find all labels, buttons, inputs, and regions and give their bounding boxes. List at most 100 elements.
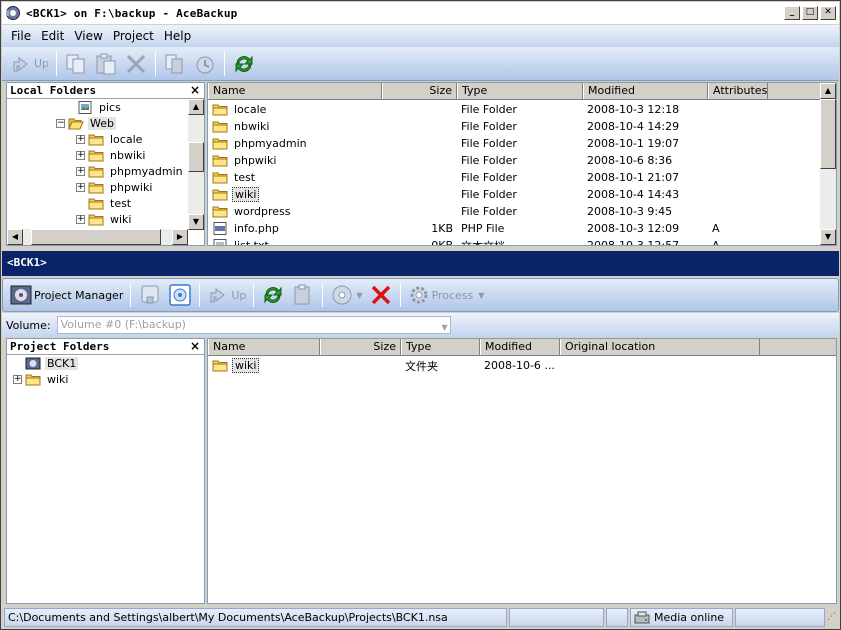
expand-icon[interactable]: +: [13, 374, 22, 384]
add-to-project-button[interactable]: [136, 281, 164, 309]
delete-button[interactable]: [122, 50, 150, 78]
tree-item[interactable]: + wiki: [76, 211, 133, 227]
restore-disc-icon: [332, 285, 352, 305]
column-header-name[interactable]: Name: [208, 339, 320, 355]
list-row[interactable]: locale File Folder 2008-10-3 12:18: [208, 101, 768, 118]
menu-file[interactable]: File: [6, 29, 36, 43]
refresh-button[interactable]: [230, 50, 258, 78]
window-title: <BCK1> on F:\backup - AceBackup: [26, 6, 238, 20]
column-header-name[interactable]: Name: [208, 83, 382, 99]
tree-item-label: wiki: [47, 372, 69, 386]
copy-button[interactable]: [62, 50, 90, 78]
tree-item[interactable]: − Web: [56, 115, 116, 131]
list-cell-modified: 2008-10-4 14:29: [587, 120, 680, 133]
list-cell-size: 0KB: [431, 239, 453, 246]
menu-help[interactable]: Help: [159, 29, 196, 43]
up-arrow-icon: [210, 288, 226, 303]
column-header-modified[interactable]: Modified: [480, 339, 560, 355]
view-button[interactable]: [166, 281, 194, 309]
local-tree-hscroll[interactable]: ◀ ▶: [7, 229, 188, 245]
title-bar[interactable]: <BCK1> on F:\backup - AceBackup _ □ ✕: [2, 2, 839, 24]
properties-button[interactable]: [161, 50, 189, 78]
folder-icon: [88, 181, 108, 194]
column-header-original-location[interactable]: Original location: [560, 339, 760, 355]
menu-project[interactable]: Project: [108, 29, 159, 43]
process-button[interactable]: Process ▼: [406, 281, 487, 309]
column-header-modified[interactable]: Modified: [583, 83, 708, 99]
tree-item-label: wiki: [110, 212, 132, 226]
collapse-icon[interactable]: −: [56, 118, 65, 128]
folder-icon: [88, 149, 108, 162]
tree-item-label: Web: [88, 116, 116, 130]
list-row[interactable]: wordpress File Folder 2008-10-3 9:45: [208, 203, 768, 220]
list-cell-modified: 2008-10-3 9:45: [587, 205, 673, 218]
project-paste-button[interactable]: [289, 281, 317, 309]
paste-icon: [96, 53, 116, 74]
tree-item[interactable]: pics: [65, 99, 123, 115]
tree-item-label: phpwiki: [110, 180, 153, 194]
list-item-name: locale: [234, 103, 267, 116]
menu-view[interactable]: View: [69, 29, 107, 43]
list-cell-modified: 2008-10-1 19:07: [587, 137, 680, 150]
list-cell-modified: 2008-10-3 12:09: [587, 222, 680, 235]
column-header-attributes[interactable]: Attributes: [708, 83, 768, 99]
file-list-vscroll[interactable]: ▲ ▼: [820, 83, 836, 245]
tree-item[interactable]: + wiki: [13, 371, 70, 387]
expand-icon[interactable]: +: [76, 166, 85, 176]
project-title-band: <BCK1>: [2, 251, 839, 276]
resize-grip-icon[interactable]: ⋰: [827, 608, 839, 628]
list-row[interactable]: test File Folder 2008-10-1 21:07: [208, 169, 768, 186]
up-button[interactable]: Up: [8, 50, 51, 78]
list-row[interactable]: nbwiki File Folder 2008-10-4 14:29: [208, 118, 768, 135]
list-row[interactable]: wiki File Folder 2008-10-4 14:43: [208, 186, 768, 203]
menu-edit[interactable]: Edit: [36, 29, 69, 43]
maximize-button[interactable]: □: [802, 6, 818, 20]
column-header-type[interactable]: Type: [401, 339, 480, 355]
volume-select[interactable]: Volume #0 (F:\backup) ▼: [56, 316, 451, 334]
project-refresh-button[interactable]: [259, 281, 287, 309]
restore-button[interactable]: [191, 50, 219, 78]
close-window-button[interactable]: ✕: [820, 6, 836, 20]
list-cell-type: 文本文档: [461, 239, 505, 246]
project-pane-close-icon[interactable]: ×: [190, 339, 200, 354]
tree-item[interactable]: + locale: [76, 131, 144, 147]
folder-icon: [212, 188, 232, 201]
column-header-size[interactable]: Size: [320, 339, 401, 355]
tree-item[interactable]: + nbwiki: [76, 147, 147, 163]
project-manager-button[interactable]: Project Manager: [8, 281, 125, 309]
expand-icon[interactable]: +: [76, 214, 85, 224]
local-pane-close-icon[interactable]: ×: [190, 83, 200, 98]
project-delete-button[interactable]: [367, 281, 395, 309]
folder-icon: [25, 373, 45, 386]
tree-item[interactable]: test: [76, 195, 133, 211]
expand-icon[interactable]: +: [76, 134, 85, 144]
list-row[interactable]: wiki 文件夹 2008-10-6 ...: [208, 357, 760, 374]
local-tree-vscroll[interactable]: ▲ ▼: [188, 99, 204, 230]
list-row[interactable]: info.php 1KB PHP File 2008-10-3 12:09 A: [208, 220, 768, 237]
tree-item[interactable]: BCK1: [13, 355, 79, 371]
project-up-button[interactable]: Up: [205, 281, 248, 309]
list-row[interactable]: phpwiki File Folder 2008-10-6 8:36: [208, 152, 768, 169]
column-header-type[interactable]: Type: [457, 83, 583, 99]
status-bar: C:\Documents and Settings\albert\My Docu…: [2, 606, 839, 628]
media-drive-icon: [634, 611, 650, 623]
tree-item-label: phpmyadmin: [110, 164, 183, 178]
project-list-pane: Name Size Type Modified Original location wi…: [207, 338, 837, 604]
tree-item[interactable]: + phpmyadmin: [76, 163, 185, 179]
column-header-size[interactable]: Size: [382, 83, 457, 99]
minimize-button[interactable]: _: [784, 6, 800, 20]
list-cell-modified: 2008-10-3 12:57: [587, 239, 680, 246]
expand-icon[interactable]: +: [76, 182, 85, 192]
restore-dropdown-button[interactable]: ▼: [328, 281, 364, 309]
list-row[interactable]: list.txt 0KB 文本文档 2008-10-3 12:57 A: [208, 237, 768, 246]
expand-icon[interactable]: +: [76, 150, 85, 160]
document-icon: [165, 54, 183, 73]
list-item-name: nbwiki: [234, 120, 270, 133]
list-cell-modified: 2008-10-4 14:43: [587, 188, 680, 201]
paste-button[interactable]: [92, 50, 120, 78]
list-cell-type: File Folder: [461, 120, 517, 133]
tree-item[interactable]: + phpwiki: [76, 179, 154, 195]
add-icon: [141, 285, 159, 304]
list-row[interactable]: phpmyadmin File Folder 2008-10-1 19:07: [208, 135, 768, 152]
volume-row: Volume: Volume #0 (F:\backup) ▼: [2, 313, 839, 337]
